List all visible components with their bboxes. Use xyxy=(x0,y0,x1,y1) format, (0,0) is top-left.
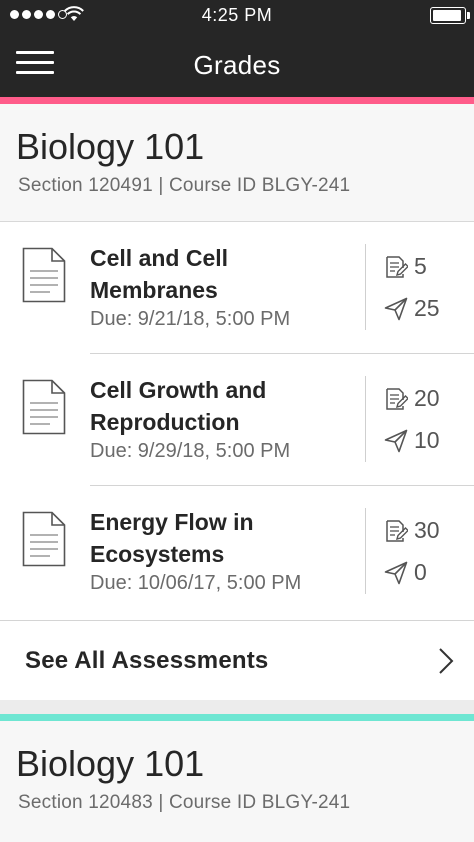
submitted-count: 25 xyxy=(384,295,440,322)
submitted-count: 0 xyxy=(384,559,427,586)
divider xyxy=(365,244,366,330)
status-time: 4:25 PM xyxy=(201,5,273,25)
assessment-list: Cell and Cell Membranes Due: 9/21/18, 5:… xyxy=(0,222,474,620)
course-accent-bar xyxy=(0,714,474,721)
course-subtitle: Section 120483 | Course ID BLGY-241 xyxy=(18,792,351,813)
assessment-title: Cell Growth and Reproduction xyxy=(90,377,267,435)
graded-count: 20 xyxy=(384,385,440,412)
graded-doc-icon xyxy=(386,387,408,410)
graded-count-value: 30 xyxy=(414,517,440,543)
battery-icon xyxy=(430,7,470,24)
status-bar: 4:25 PM xyxy=(0,0,474,32)
assessment-row[interactable]: Cell and Cell Membranes Due: 9/21/18, 5:… xyxy=(0,222,474,354)
assessment-row[interactable]: Energy Flow in Ecosystems Due: 10/06/17,… xyxy=(0,486,474,618)
assessment-due-date: Due: 10/06/17, 5:00 PM xyxy=(90,572,302,594)
send-icon xyxy=(384,429,408,452)
course-title: Biology 101 xyxy=(16,743,205,784)
assessment-row[interactable]: Cell Growth and Reproduction Due: 9/29/1… xyxy=(0,354,474,486)
nav-bar: Grades xyxy=(0,32,474,97)
assessment-title: Cell and Cell Membranes xyxy=(90,245,229,303)
divider xyxy=(365,376,366,462)
see-all-assessments-button[interactable]: See All Assessments xyxy=(0,620,474,700)
submitted-count: 10 xyxy=(384,427,440,454)
graded-doc-icon xyxy=(386,255,408,278)
send-icon xyxy=(384,561,408,584)
graded-count: 5 xyxy=(384,253,427,280)
document-icon xyxy=(22,247,66,303)
assessment-due-date: Due: 9/21/18, 5:00 PM xyxy=(90,308,291,330)
course-subtitle: Section 120491 | Course ID BLGY-241 xyxy=(18,175,351,196)
graded-count: 30 xyxy=(384,517,440,544)
page-title: Grades xyxy=(193,50,281,80)
course-title: Biology 101 xyxy=(16,126,205,167)
send-icon xyxy=(384,297,408,320)
divider xyxy=(365,508,366,594)
submitted-count-value: 0 xyxy=(414,559,427,585)
course-accent-bar xyxy=(0,97,474,104)
graded-count-value: 5 xyxy=(414,253,427,279)
submitted-count-value: 25 xyxy=(414,295,440,321)
see-all-label: See All Assessments xyxy=(25,647,269,674)
submitted-count-value: 10 xyxy=(414,427,440,453)
course-header[interactable]: Biology 101 Section 120491 | Course ID B… xyxy=(0,104,474,222)
document-icon xyxy=(22,511,66,567)
assessment-due-date: Due: 9/29/18, 5:00 PM xyxy=(90,440,291,462)
chevron-right-icon xyxy=(439,648,454,674)
document-icon xyxy=(22,379,66,435)
graded-doc-icon xyxy=(386,519,408,542)
assessment-title: Energy Flow in Ecosystems xyxy=(90,509,254,567)
graded-count-value: 20 xyxy=(414,385,440,411)
course-header[interactable]: Biology 101 Section 120483 | Course ID B… xyxy=(0,721,474,842)
